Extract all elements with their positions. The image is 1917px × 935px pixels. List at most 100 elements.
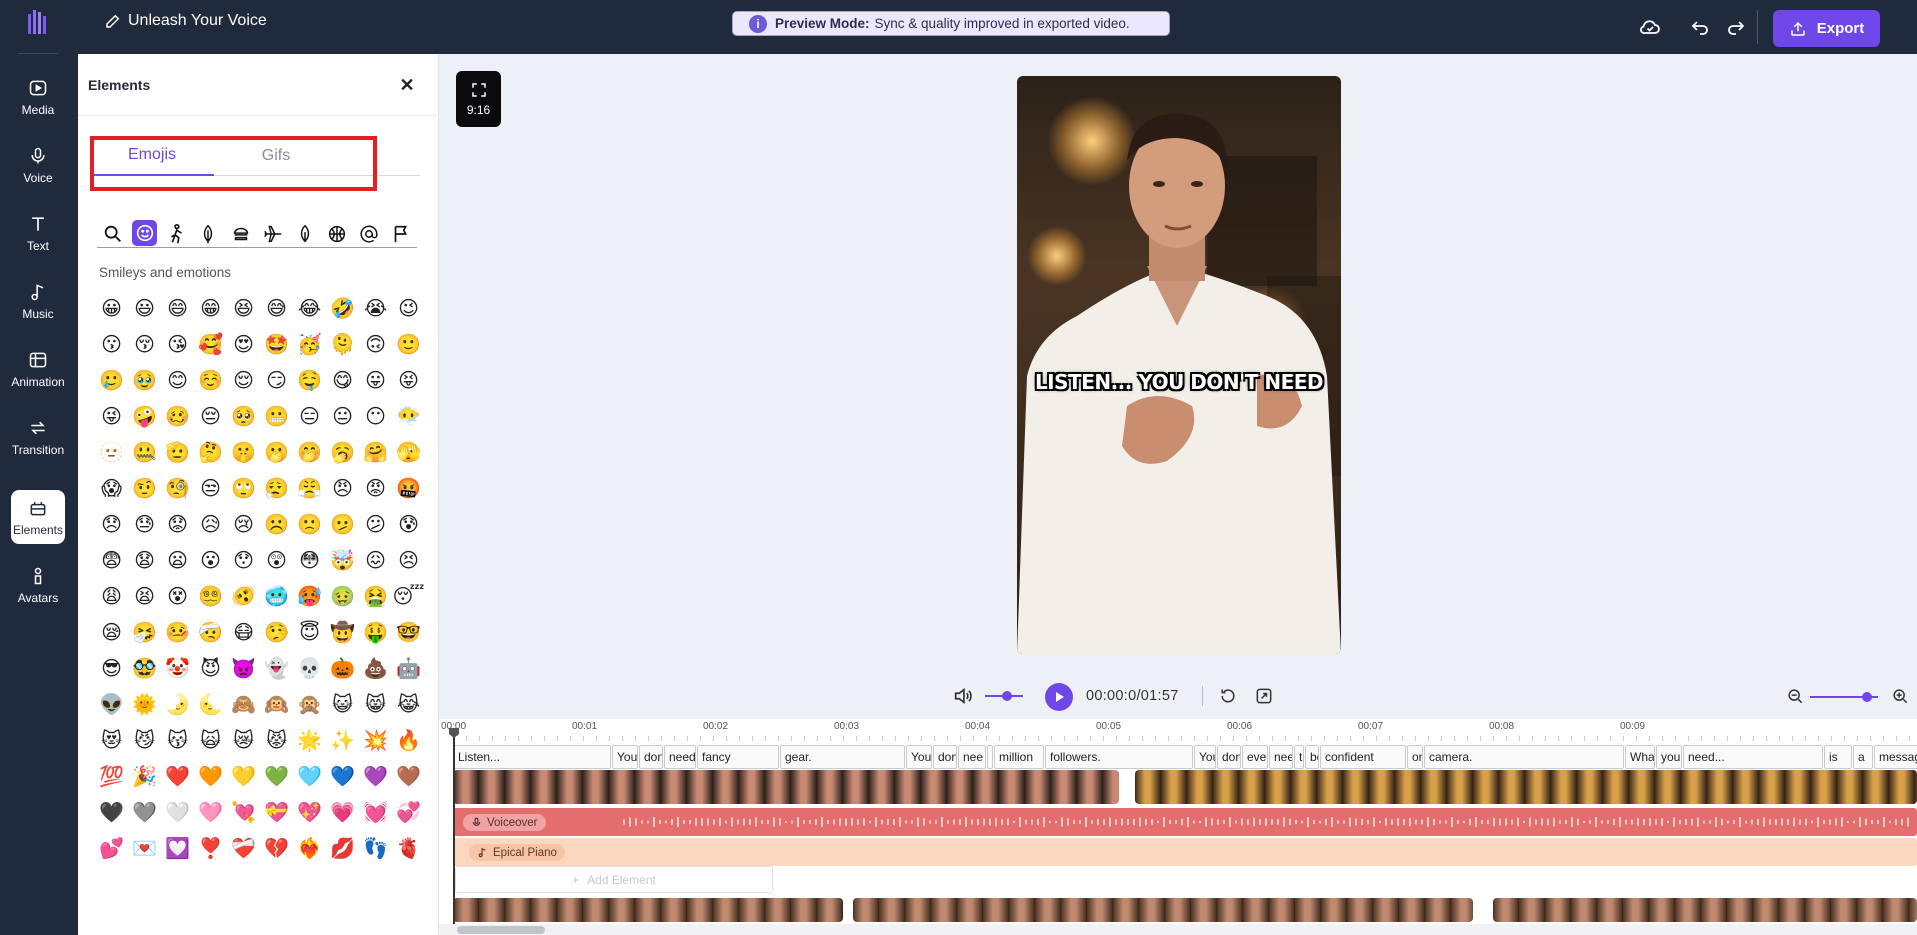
emoji-item[interactable]: 🤣 [326,290,359,326]
emoji-item[interactable]: 💗 [326,794,359,830]
emoji-item[interactable]: 💀 [293,650,326,686]
emoji-item[interactable]: 🤥 [260,614,293,650]
emoji-item[interactable]: 🎉 [128,758,161,794]
sidebar-item-transition[interactable]: Transition [11,410,65,464]
video-clip-thumbnails[interactable] [1135,770,1917,804]
emoji-item[interactable]: 👿 [227,650,260,686]
close-icon[interactable]: ✕ [396,74,418,96]
emoji-item[interactable]: 😘 [161,326,194,362]
emoji-item[interactable]: 🤯 [326,542,359,578]
emoji-item[interactable]: 🧐 [161,470,194,506]
emoji-item[interactable]: 😇 [293,614,326,650]
emoji-item[interactable]: 😗 [95,326,128,362]
emoji-item[interactable]: 😅 [260,290,293,326]
avatar-clip-thumbnails[interactable] [853,898,1473,922]
emoji-item[interactable]: ❤️‍🔥 [293,830,326,866]
transcript-word[interactable]: to [1294,745,1304,769]
emoji-item[interactable]: ❤️ [161,758,194,794]
emoji-item[interactable]: 🫠 [326,326,359,362]
emoji-item[interactable]: 🥳 [293,326,326,362]
emoji-item[interactable]: 😧 [128,542,161,578]
airplane-icon[interactable] [257,220,289,248]
emoji-item[interactable]: 🤔 [194,434,227,470]
emoji-item[interactable]: 🥺 [227,398,260,434]
emoji-item[interactable]: 😒 [194,470,227,506]
emoji-item[interactable]: 😋 [326,362,359,398]
emoji-item[interactable]: 🙉 [260,686,293,722]
transcript-word[interactable]: be [1305,745,1319,769]
ball-icon[interactable] [321,220,353,248]
emoji-item[interactable]: 🤭 [293,434,326,470]
avatar-track[interactable] [453,898,1917,922]
emoji-item[interactable]: 😦 [161,542,194,578]
emoji-item[interactable]: 😏 [260,362,293,398]
transcript-word[interactable]: million [994,745,1044,769]
emoji-item[interactable]: 😭 [359,290,392,326]
emoji-item[interactable]: 🫤 [326,506,359,542]
emoji-item[interactable]: 🙊 [293,686,326,722]
emoji-item[interactable]: 🩷 [194,794,227,830]
transcript-word[interactable]: confident [1320,745,1406,769]
sidebar-item-text[interactable]: Text [11,206,65,260]
emoji-item[interactable]: 🫣 [392,434,425,470]
emoji-item[interactable]: 😿 [227,722,260,758]
transcript-word[interactable]: You [612,745,638,769]
emoji-item[interactable]: 💘 [227,794,260,830]
emoji-item[interactable]: 😀 [95,290,128,326]
emoji-item[interactable]: 😆 [227,290,260,326]
export-button[interactable]: Export [1773,10,1880,47]
emoji-item[interactable]: 😱 [95,470,128,506]
emoji-item[interactable]: 🥶 [260,578,293,614]
emoji-item[interactable]: 😖 [359,542,392,578]
emoji-item[interactable]: 🌛 [161,686,194,722]
emoji-item[interactable]: 😚 [128,326,161,362]
emoji-item[interactable]: 😔 [194,398,227,434]
video-preview[interactable]: LISTEN... YOU DON'T NEED [1017,76,1341,654]
transcript-word[interactable]: on [1407,745,1423,769]
transcript-word[interactable]: fancy [697,745,779,769]
emoji-item[interactable]: 😁 [194,290,227,326]
emoji-item[interactable]: 🙃 [359,326,392,362]
transcript-word[interactable]: nee [958,745,986,769]
emoji-item[interactable]: 🙂 [392,326,425,362]
emoji-item[interactable]: 🫨 [227,578,260,614]
emoji-item[interactable]: 😹 [392,686,425,722]
transcript-word[interactable]: need... [1683,745,1823,769]
emoji-item[interactable]: 😕 [359,506,392,542]
emoji-item[interactable]: 💙 [326,758,359,794]
at-symbol-icon[interactable] [353,220,385,248]
volume-slider-handle[interactable] [1002,691,1012,701]
emoji-item[interactable]: 😈 [194,650,227,686]
emoji-item[interactable]: 🥲 [95,362,128,398]
voiceover-track[interactable]: Voiceover [453,808,1917,836]
timeline-scrollbar[interactable] [439,924,1917,935]
emoji-item[interactable]: 🩵 [293,758,326,794]
emoji-item[interactable]: 🤠 [326,614,359,650]
emoji-item[interactable]: 🌜 [194,686,227,722]
emoji-item[interactable]: 😸 [359,686,392,722]
emoji-item[interactable]: 🤮 [359,578,392,614]
video-clip-thumbnails[interactable] [453,770,1119,804]
emoji-item[interactable]: 😫 [128,578,161,614]
emoji-item[interactable]: 🌟 [293,722,326,758]
leaf-icon[interactable] [289,220,321,248]
emoji-item[interactable]: 😛 [359,362,392,398]
emoji-item[interactable]: 😌 [227,362,260,398]
emoji-item[interactable]: 👣 [359,830,392,866]
emoji-item[interactable]: 😊 [161,362,194,398]
emoji-item[interactable]: 😓 [128,506,161,542]
emoji-item[interactable]: 😲 [260,542,293,578]
emoji-item[interactable]: 💖 [293,794,326,830]
timeline-playhead[interactable] [453,728,455,928]
replay-icon[interactable] [1218,686,1238,706]
emoji-item[interactable]: 🤩 [260,326,293,362]
emoji-item[interactable]: 💩 [359,650,392,686]
transcript-word[interactable]: is [1824,745,1852,769]
transcript-word[interactable]: gear. [780,745,905,769]
emoji-item[interactable]: 😐 [326,398,359,434]
emoji-item[interactable]: 💝 [260,794,293,830]
emoji-item[interactable]: 😢 [227,506,260,542]
emoji-item[interactable]: 😴 [392,578,425,614]
emoji-item[interactable]: 😄 [161,290,194,326]
sidebar-item-avatars[interactable]: Avatars [11,558,65,612]
